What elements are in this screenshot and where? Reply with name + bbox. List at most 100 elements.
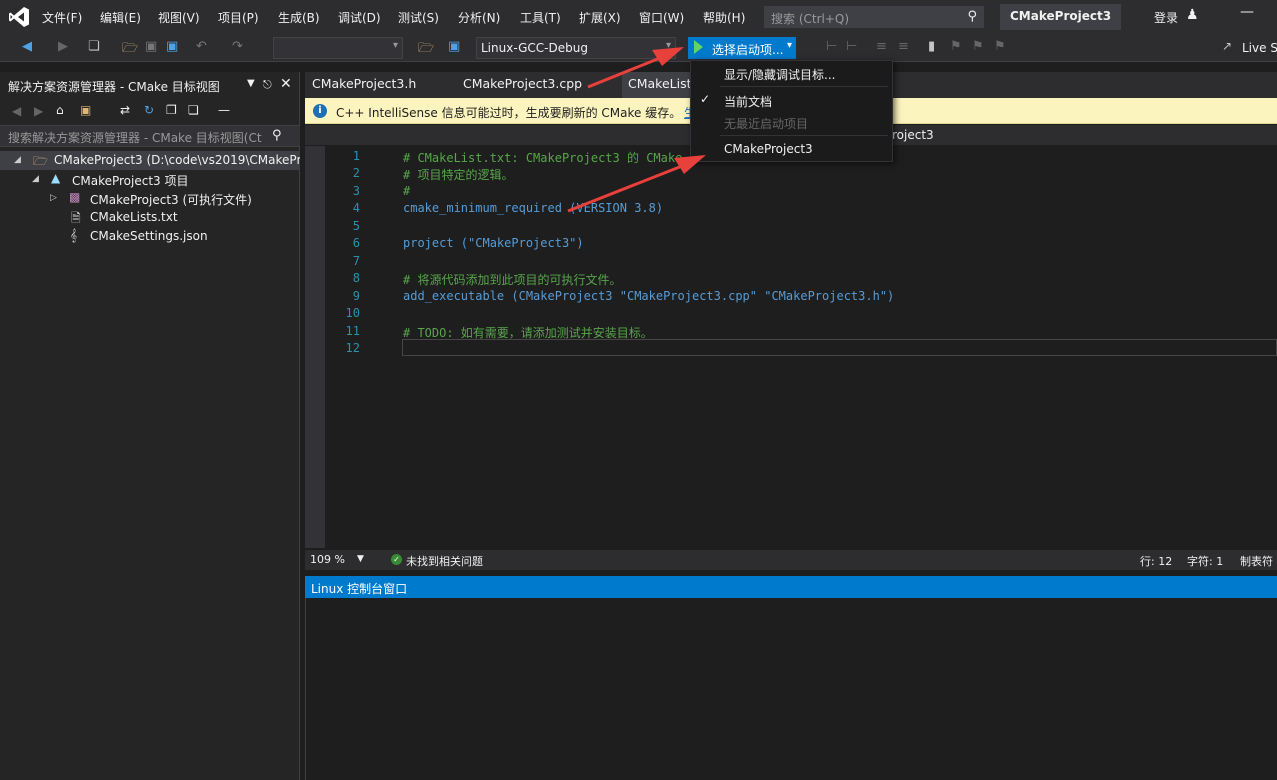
menu-analyze[interactable]: 分析(N) [458, 9, 500, 26]
configuration-select[interactable]: Linux-GCC-Debug ▾ [476, 37, 676, 59]
menu-window[interactable]: 窗口(W) [639, 9, 684, 26]
collapse-all-icon[interactable]: ❐ [166, 103, 177, 117]
close-icon[interactable]: ✕ [280, 76, 292, 92]
issues-status[interactable]: 未找到相关问题 [406, 553, 483, 569]
forward-icon[interactable]: ▶ [34, 104, 43, 118]
tree-item-project[interactable]: ◢ ▲ CMakeProject3 项目 [0, 170, 300, 189]
solution-explorer-title: 解决方案资源管理器 - CMake 目标视图 [8, 80, 220, 94]
save-all-icon[interactable]: ▣ [166, 39, 178, 54]
save-icon[interactable]: ▣ [145, 39, 157, 54]
menu-item-show-hide-debug-targets[interactable]: 显示/隐藏调试目标... [724, 66, 836, 83]
line-number: 5 [352, 219, 360, 233]
tree-item-label: CMakeProject3 项目 [72, 174, 189, 188]
properties-icon[interactable]: — [218, 103, 230, 117]
prev-bookmark-icon[interactable]: ⚑ [950, 39, 962, 54]
configuration-value: Linux-GCC-Debug [481, 41, 588, 55]
user-icon[interactable]: ♟ [1186, 7, 1199, 23]
menu-build[interactable]: 生成(B) [278, 9, 320, 26]
json-file-icon: 𝄞 [70, 228, 78, 242]
menu-test[interactable]: 测试(S) [398, 9, 439, 26]
solution-config-select[interactable]: ▾ [273, 37, 403, 59]
outdent-icon[interactable]: ≡ [876, 39, 887, 54]
text-file-icon: 🗎 [71, 211, 81, 225]
show-all-files-icon[interactable]: ❏ [188, 103, 199, 117]
chevron-down-icon: ▾ [665, 40, 671, 51]
forward-icon[interactable]: ▶ [58, 39, 68, 54]
next-bookmark-icon[interactable]: ⚑ [972, 39, 984, 54]
char-indicator: 字符: 1 [1187, 555, 1224, 568]
back-icon[interactable]: ◀ [12, 104, 21, 118]
tab-cmakeproject3-h[interactable]: CMakeProject3.h [312, 76, 416, 91]
find-in-files-icon[interactable]: 🗁 [418, 39, 434, 61]
switch-views-icon[interactable]: ▣ [80, 103, 91, 117]
visual-studio-logo-icon[interactable] [8, 6, 30, 28]
line-number: 3 [352, 184, 360, 198]
tree-item-cmakelists[interactable]: 🗎 CMakeLists.txt [0, 208, 300, 227]
code-line: project ("CMakeProject3") [403, 236, 584, 250]
menu-tools[interactable]: 工具(T) [520, 9, 561, 26]
new-project-icon[interactable]: ❏ [88, 39, 100, 54]
tab-cmakeproject3-cpp[interactable]: CMakeProject3.cpp [463, 76, 582, 91]
tab-cmakelists[interactable]: CMakeList [628, 76, 692, 91]
navigation-bar-project[interactable]: roject3 [892, 128, 934, 142]
menu-file[interactable]: 文件(F) [42, 9, 82, 26]
menu-debug[interactable]: 调试(D) [338, 9, 381, 26]
clear-bookmarks-icon[interactable]: ⚑ [994, 39, 1006, 54]
live-share-icon[interactable]: ↗ [1222, 39, 1232, 53]
tree-item-executable[interactable]: ▷ ▩ CMakeProject3 (可执行文件) [0, 189, 300, 208]
console-title-bar [305, 576, 1277, 598]
menu-extensions[interactable]: 扩展(X) [579, 9, 621, 26]
step-icon[interactable]: ⊢ [826, 39, 837, 54]
menu-help[interactable]: 帮助(H) [703, 9, 745, 26]
menu-separator [720, 135, 888, 136]
menu-view[interactable]: 视图(V) [158, 9, 200, 26]
bookmark-icon[interactable]: ▮ [928, 39, 935, 54]
redo-icon[interactable]: ↷ [232, 39, 243, 54]
line-number: 10 [345, 306, 360, 320]
run-button-label: 选择启动项... [712, 43, 784, 57]
select-startup-item-button[interactable]: 选择启动项... ▾ [688, 37, 796, 59]
undo-icon[interactable]: ↶ [196, 39, 207, 54]
console-body[interactable] [305, 598, 1277, 780]
home-icon[interactable]: ⌂ [56, 103, 64, 117]
code-line: # 将源代码添加到此项目的可执行文件。 [403, 273, 622, 287]
tree-item-label: CMakeProject3 (D:\code\vs2019\CMakePr [54, 153, 300, 167]
chevron-down-icon: ▾ [392, 40, 398, 51]
line-number: 2 [352, 166, 360, 180]
tree-item-label: CMakeLists.txt [90, 210, 178, 224]
step-over-icon[interactable]: ⊢ [846, 39, 857, 54]
tree-item-solution[interactable]: ◢ 🗁 CMakeProject3 (D:\code\vs2019\CMakeP… [0, 151, 300, 170]
open-folder-icon[interactable]: 🗁 [122, 39, 138, 61]
refresh-icon[interactable]: ↻ [144, 103, 154, 117]
console-title: Linux 控制台窗口 [311, 582, 408, 596]
editor-margin [305, 146, 325, 548]
target-view-icon[interactable]: ▣ [448, 39, 460, 54]
indent-icon[interactable]: ≡ [898, 39, 909, 54]
menu-item-no-recent: 无最近启动项目 [724, 117, 809, 131]
search-input[interactable]: 搜索 (Ctrl+Q) ⚲ [764, 6, 984, 28]
line-number: 11 [345, 324, 360, 338]
tree-item-cmakesettings[interactable]: 𝄞 CMakeSettings.json [0, 227, 300, 246]
minimize-icon[interactable]: — [1240, 4, 1254, 20]
chevron-down-icon[interactable]: ▼ [247, 78, 255, 89]
solution-search-input[interactable]: 搜索解决方案资源管理器 - CMake 目标视图(Ct ⚲ [0, 125, 300, 147]
collapsed-icon[interactable]: ▷ [50, 193, 57, 203]
menu-item-cmakeproject3[interactable]: CMakeProject3 [724, 142, 813, 156]
expanded-icon[interactable]: ◢ [32, 174, 39, 184]
line-number: 9 [352, 289, 360, 303]
zoom-level[interactable]: 109 % [310, 553, 345, 566]
sync-icon[interactable]: ⇄ [120, 103, 130, 117]
tab-indicator[interactable]: 制表符 [1240, 553, 1273, 569]
code-line: # TODO: 如有需要，请添加测试并安装目标。 [403, 326, 653, 340]
back-icon[interactable]: ◀ [22, 39, 32, 54]
tree-item-label: CMakeProject3 (可执行文件) [90, 193, 252, 207]
menu-edit[interactable]: 编辑(E) [100, 9, 141, 26]
chevron-down-icon[interactable]: ▼ [357, 554, 364, 564]
expanded-icon[interactable]: ◢ [14, 155, 21, 165]
login-link[interactable]: 登录 [1154, 9, 1178, 26]
live-share-button[interactable]: Live S [1242, 41, 1277, 55]
menu-project[interactable]: 项目(P) [218, 9, 259, 26]
code-line: cmake_minimum_required (VERSION 3.8) [403, 201, 664, 215]
pin-icon[interactable]: ⎋ [263, 78, 272, 92]
menu-item-current-document[interactable]: 当前文档 [724, 93, 772, 110]
